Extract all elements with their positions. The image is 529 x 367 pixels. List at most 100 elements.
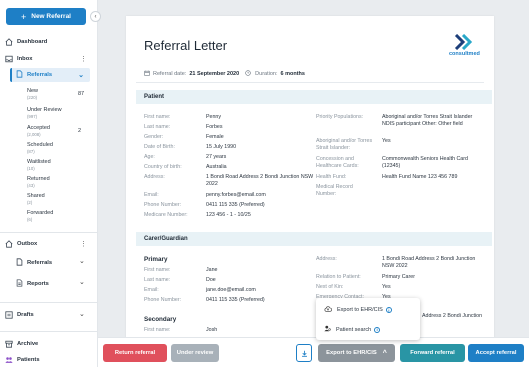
inbox-item-count: (2,008) [27, 132, 41, 137]
inbox-item-count: (6) [27, 217, 33, 222]
field-label: Date of Birth: [144, 144, 175, 150]
chevron-down-icon[interactable]: ⌄ [79, 257, 85, 265]
field-value: 0411 115 335 (Preferred) [206, 202, 265, 208]
under-review-button[interactable]: Under review [171, 344, 219, 362]
info-icon[interactable]: i [385, 307, 392, 313]
referral-letter: Referral Letter consultmed Referral date… [126, 16, 494, 346]
field-label: Health Fund: [316, 174, 347, 180]
field-label: Concession and Healthcare Cards: [316, 156, 359, 169]
nav-inbox[interactable]: Inbox [5, 55, 32, 63]
users-icon [5, 356, 13, 364]
field-value: Josh [206, 327, 218, 333]
inbox-item-count: (220) [27, 95, 38, 100]
nav-inbox-label: Inbox [17, 56, 33, 62]
consultmed-logo: consultmed [449, 34, 480, 57]
calendar-icon [144, 70, 150, 78]
inbox-item-count: (997) [27, 114, 38, 119]
referral-date-label: Referral date: [153, 71, 187, 77]
person-search-icon [324, 325, 331, 334]
field-value: Penny [206, 114, 222, 120]
secondary-heading: Secondary [144, 316, 177, 323]
inbox-more-icon[interactable]: ⋮ [80, 55, 87, 63]
forward-referral-button[interactable]: Forward referral [400, 344, 465, 362]
logo-arrows-icon [454, 34, 473, 50]
sidebar-divider [0, 302, 98, 303]
field-label: Email: [144, 192, 159, 198]
field-value: Yes [382, 138, 391, 144]
sidebar: + New Referral Dashboard Inbox ⋮ Referra… [0, 0, 98, 367]
inbox-item-shared[interactable]: Shared (2) [27, 193, 45, 205]
download-button[interactable] [296, 344, 312, 362]
field-value: Australia [206, 164, 227, 170]
cloud-upload-icon [324, 306, 332, 314]
chevron-down-icon: ⌄ [78, 72, 84, 79]
new-referral-button[interactable]: + New Referral [6, 8, 86, 25]
nav-archive[interactable]: Archive [5, 340, 38, 348]
menu-item-export-ehr[interactable]: Export to EHR/CIS i [324, 306, 392, 314]
field-label: First name: [144, 114, 171, 120]
new-referral-label: New Referral [31, 13, 71, 20]
drafts-icon [5, 311, 13, 319]
info-icon[interactable]: i [374, 326, 381, 333]
field-label: Medical Record Number: [316, 184, 353, 197]
field-label: First name: [144, 327, 171, 333]
export-ehr-button[interactable]: Export to EHR/CIS ^ [318, 344, 395, 362]
nav-patients-label: Patients [17, 357, 40, 363]
action-bar: Return referral Under review Export to E… [98, 337, 529, 367]
chevron-left-icon: ‹ [94, 13, 97, 20]
sidebar-divider [0, 232, 98, 233]
field-value: Address 2 Bondi Junction [422, 313, 483, 319]
chevron-down-icon[interactable]: ⌄ [79, 278, 85, 286]
inbox-item-waitlisted[interactable]: Waitlisted (10) [27, 159, 51, 171]
inbox-item-new-badge: 87 [78, 91, 85, 97]
nav-inbox-referrals[interactable]: Referrals ⌄ [10, 68, 90, 82]
return-referral-button[interactable]: Return referral [103, 344, 167, 362]
collapse-sidebar-button[interactable]: ‹ [90, 11, 101, 22]
section-carer-guardian: Carer/Guardian [136, 232, 492, 246]
field-value: Aboriginal and/or Torres Strait Islander… [382, 114, 473, 127]
referral-meta: Referral date: 21 September 2020 Duratio… [144, 70, 305, 78]
field-value: 27 years [206, 154, 227, 160]
chevron-up-icon: ^ [382, 349, 387, 357]
export-ehr-label: Export to EHR/CIS [326, 350, 377, 356]
outbox-more-icon[interactable]: ⋮ [80, 240, 87, 248]
document-icon [16, 258, 23, 268]
nav-outbox-label: Outbox [17, 241, 38, 247]
field-label: Phone Number: [144, 202, 182, 208]
field-value: 0411 115 335 (Preferred) [206, 297, 265, 303]
field-value: 1 Bondi Road Address 2 Bondi Junction NS… [382, 256, 476, 269]
nav-drafts[interactable]: Drafts [5, 311, 34, 319]
page-title: Referral Letter [144, 38, 228, 53]
inbox-item-forwarded[interactable]: Forwarded (6) [27, 210, 53, 222]
field-label: First name: [144, 267, 171, 273]
report-icon [16, 279, 23, 289]
accept-referral-button[interactable]: Accept referral [468, 344, 524, 362]
menu-item-patient-search[interactable]: Patient search i [324, 325, 381, 334]
nav-outbox-referrals[interactable]: Referrals [16, 258, 52, 268]
nav-outbox-reports-label: Reports [27, 281, 49, 287]
nav-patients[interactable]: Patients [5, 356, 40, 364]
field-label: Address: [316, 256, 337, 262]
field-value: Commonwealth Seniors Health Card (12345) [382, 156, 468, 169]
field-value: penny.forbes@email.com [206, 192, 266, 198]
inbox-item-returned[interactable]: Returned (43) [27, 176, 50, 188]
archive-icon [5, 340, 13, 348]
field-label: Aboriginal and/or Torres Strait Islander… [316, 138, 373, 151]
nav-dashboard[interactable]: Dashboard [5, 38, 47, 46]
field-value: Forbes [206, 124, 223, 130]
chevron-down-icon[interactable]: ⌄ [79, 310, 85, 318]
nav-outbox-reports[interactable]: Reports [16, 279, 49, 289]
inbox-item-under-review[interactable]: Under Review (997) [27, 107, 62, 119]
inbox-item-new[interactable]: New (220) [27, 88, 38, 100]
inbox-item-accepted[interactable]: Accepted (2,008) [27, 125, 50, 137]
inbox-item-label: New [27, 88, 39, 94]
nav-inbox-referrals-label: Referrals [27, 72, 53, 78]
nav-outbox-referrals-label: Referrals [27, 260, 53, 266]
field-label: Age: [144, 154, 155, 160]
nav-outbox[interactable]: Outbox [5, 240, 37, 248]
section-patient: Patient [136, 90, 492, 104]
duration-value: 6 months [280, 71, 305, 77]
nav-drafts-label: Drafts [17, 312, 34, 318]
plus-icon: + [20, 11, 27, 22]
inbox-item-scheduled[interactable]: Scheduled (87) [27, 142, 53, 154]
